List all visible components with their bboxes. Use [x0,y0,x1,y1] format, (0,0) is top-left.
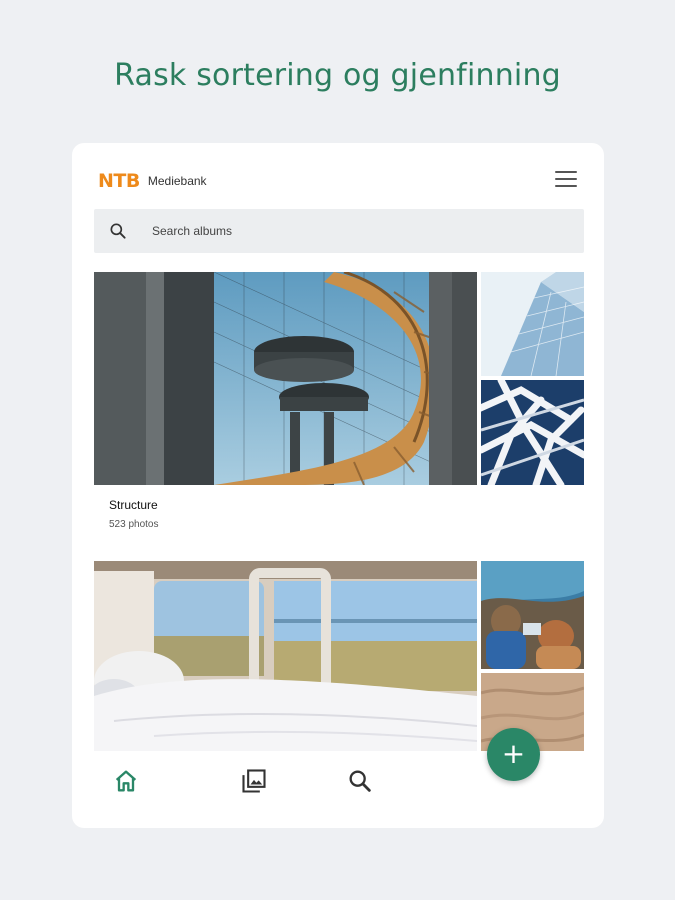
album-photo-count: 523 photos [109,519,159,530]
search-input[interactable] [152,209,572,253]
album-card-structure[interactable]: Structure 523 photos [94,272,584,532]
search-icon [349,770,371,792]
page-headline: Rask sortering og gjenfinning [114,58,561,93]
product-name: Mediebank [147,174,207,188]
album-cover-main [94,272,477,485]
gallery-icon [242,769,266,793]
home-icon [115,770,137,792]
app-screen: NTB Mediebank Search albums Structure 52… [72,143,604,828]
album-card-2[interactable] [94,561,584,751]
app-header: NTB Mediebank [72,143,604,213]
album-thumb-coast-people [481,561,584,669]
album-cover-main [94,561,477,751]
album-thumb-glass-building [481,272,584,376]
logo-mark: NTB [98,170,140,192]
search-icon [110,223,126,239]
album-thumb-lattice-roof [481,380,584,485]
nav-home[interactable] [112,767,140,795]
bottom-navigation [72,755,604,805]
hamburger-menu-icon[interactable] [555,171,577,189]
album-title: Structure [109,498,158,512]
nav-albums[interactable] [240,767,268,795]
nav-search[interactable] [346,767,374,795]
ntb-logo: NTB Mediebank [98,169,207,193]
search-bar[interactable] [94,209,584,253]
